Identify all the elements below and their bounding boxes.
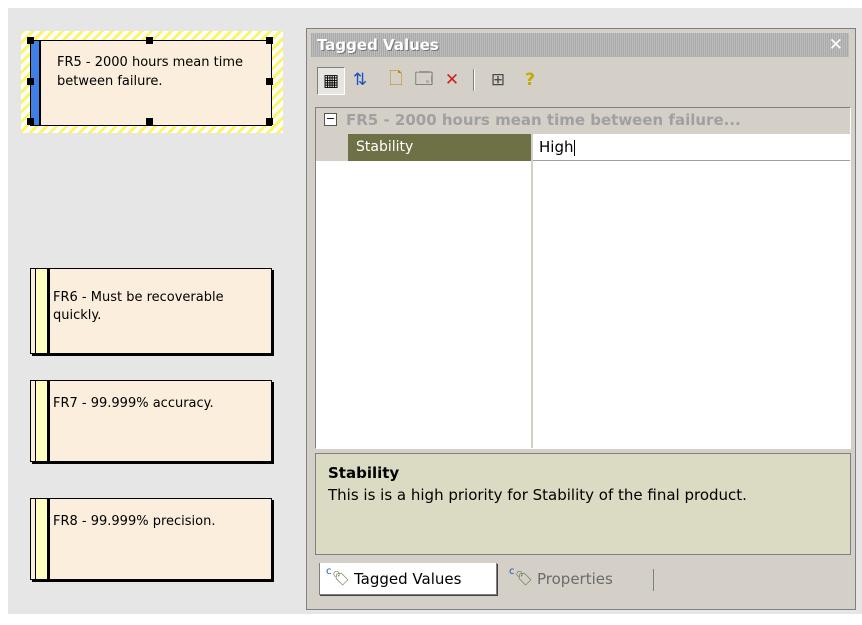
description-title: Stability bbox=[328, 464, 400, 482]
requirement-fr7[interactable]: FR7 - 99.999% accuracy. bbox=[30, 380, 272, 462]
collapse-icon[interactable]: − bbox=[324, 113, 337, 126]
resize-handle[interactable] bbox=[27, 118, 34, 125]
tab-label: Properties bbox=[537, 570, 613, 588]
tag-library-icon[interactable]: ⊞ bbox=[485, 67, 511, 93]
note-stereotype-bar bbox=[35, 269, 50, 353]
note-text: FR8 - 99.999% precision. bbox=[53, 514, 216, 529]
tagged-values-window: Tagged Values ✕ ▦ ⇅ 🗋 🗔 ✕ ⊞ ? − FR5 - 20… bbox=[306, 28, 856, 610]
tab-strip: c 🏷 Tagged Values c 🏷 Properties bbox=[315, 561, 849, 601]
tab-tagged-values[interactable]: c 🏷 Tagged Values bbox=[319, 563, 497, 595]
column-divider[interactable] bbox=[531, 134, 533, 448]
tag-icon: c 🏷 bbox=[509, 566, 533, 587]
note-stereotype-bar bbox=[35, 381, 50, 461]
group-label: FR5 - 2000 hours mean time between failu… bbox=[346, 111, 741, 129]
property-row[interactable]: Stability High bbox=[316, 134, 850, 161]
text-caret bbox=[574, 139, 576, 156]
tab-separator bbox=[653, 569, 654, 591]
toolbar-separator bbox=[473, 69, 475, 91]
resize-handle[interactable] bbox=[146, 118, 153, 125]
row-gutter bbox=[316, 134, 348, 161]
property-grid[interactable]: − FR5 - 2000 hours mean time between fai… bbox=[315, 107, 851, 449]
categorized-view-icon[interactable]: ▦ bbox=[317, 67, 345, 95]
new-tag-icon[interactable]: 🗋 bbox=[383, 67, 409, 93]
note-stereotype-bar bbox=[35, 499, 50, 579]
requirement-fr8[interactable]: FR8 - 99.999% precision. bbox=[30, 498, 272, 580]
requirement-fr6[interactable]: FR6 - Must be recoverable quickly. bbox=[30, 268, 272, 354]
property-value-input[interactable]: High bbox=[533, 134, 850, 161]
note-text: FR7 - 99.999% accuracy. bbox=[53, 396, 214, 411]
window-title: Tagged Values bbox=[317, 36, 439, 54]
title-bar[interactable]: Tagged Values ✕ bbox=[311, 33, 849, 57]
resize-handle[interactable] bbox=[266, 118, 273, 125]
note-text: FR5 - 2000 hours mean time between failu… bbox=[57, 55, 244, 89]
property-name[interactable]: Stability bbox=[348, 134, 531, 161]
tab-label: Tagged Values bbox=[354, 569, 462, 588]
toolbar: ▦ ⇅ 🗋 🗔 ✕ ⊞ ? bbox=[317, 67, 837, 95]
properties-icon[interactable]: 🗔 bbox=[411, 67, 437, 93]
help-icon[interactable]: ? bbox=[517, 67, 543, 93]
resize-handle[interactable] bbox=[27, 78, 34, 85]
resize-handle[interactable] bbox=[266, 78, 273, 85]
resize-handle[interactable] bbox=[27, 37, 34, 44]
group-row[interactable]: − FR5 - 2000 hours mean time between fai… bbox=[316, 108, 850, 134]
close-icon[interactable]: ✕ bbox=[829, 35, 843, 55]
delete-icon[interactable]: ✕ bbox=[439, 67, 465, 93]
description-pane: Stability This is is a high priority for… bbox=[315, 453, 851, 555]
sort-alphabetic-icon[interactable]: ⇅ bbox=[347, 67, 373, 93]
tag-icon: c 🏷 bbox=[326, 565, 350, 587]
description-text: This is is a high priority for Stability… bbox=[328, 486, 747, 504]
note-text: FR6 - Must be recoverable quickly. bbox=[53, 290, 224, 323]
property-value-text: High bbox=[539, 138, 574, 156]
resize-handle[interactable] bbox=[266, 37, 273, 44]
resize-handle[interactable] bbox=[146, 37, 153, 44]
tab-properties[interactable]: c 🏷 Properties bbox=[503, 563, 653, 595]
requirement-fr5[interactable]: FR5 - 2000 hours mean time between failu… bbox=[30, 40, 272, 126]
